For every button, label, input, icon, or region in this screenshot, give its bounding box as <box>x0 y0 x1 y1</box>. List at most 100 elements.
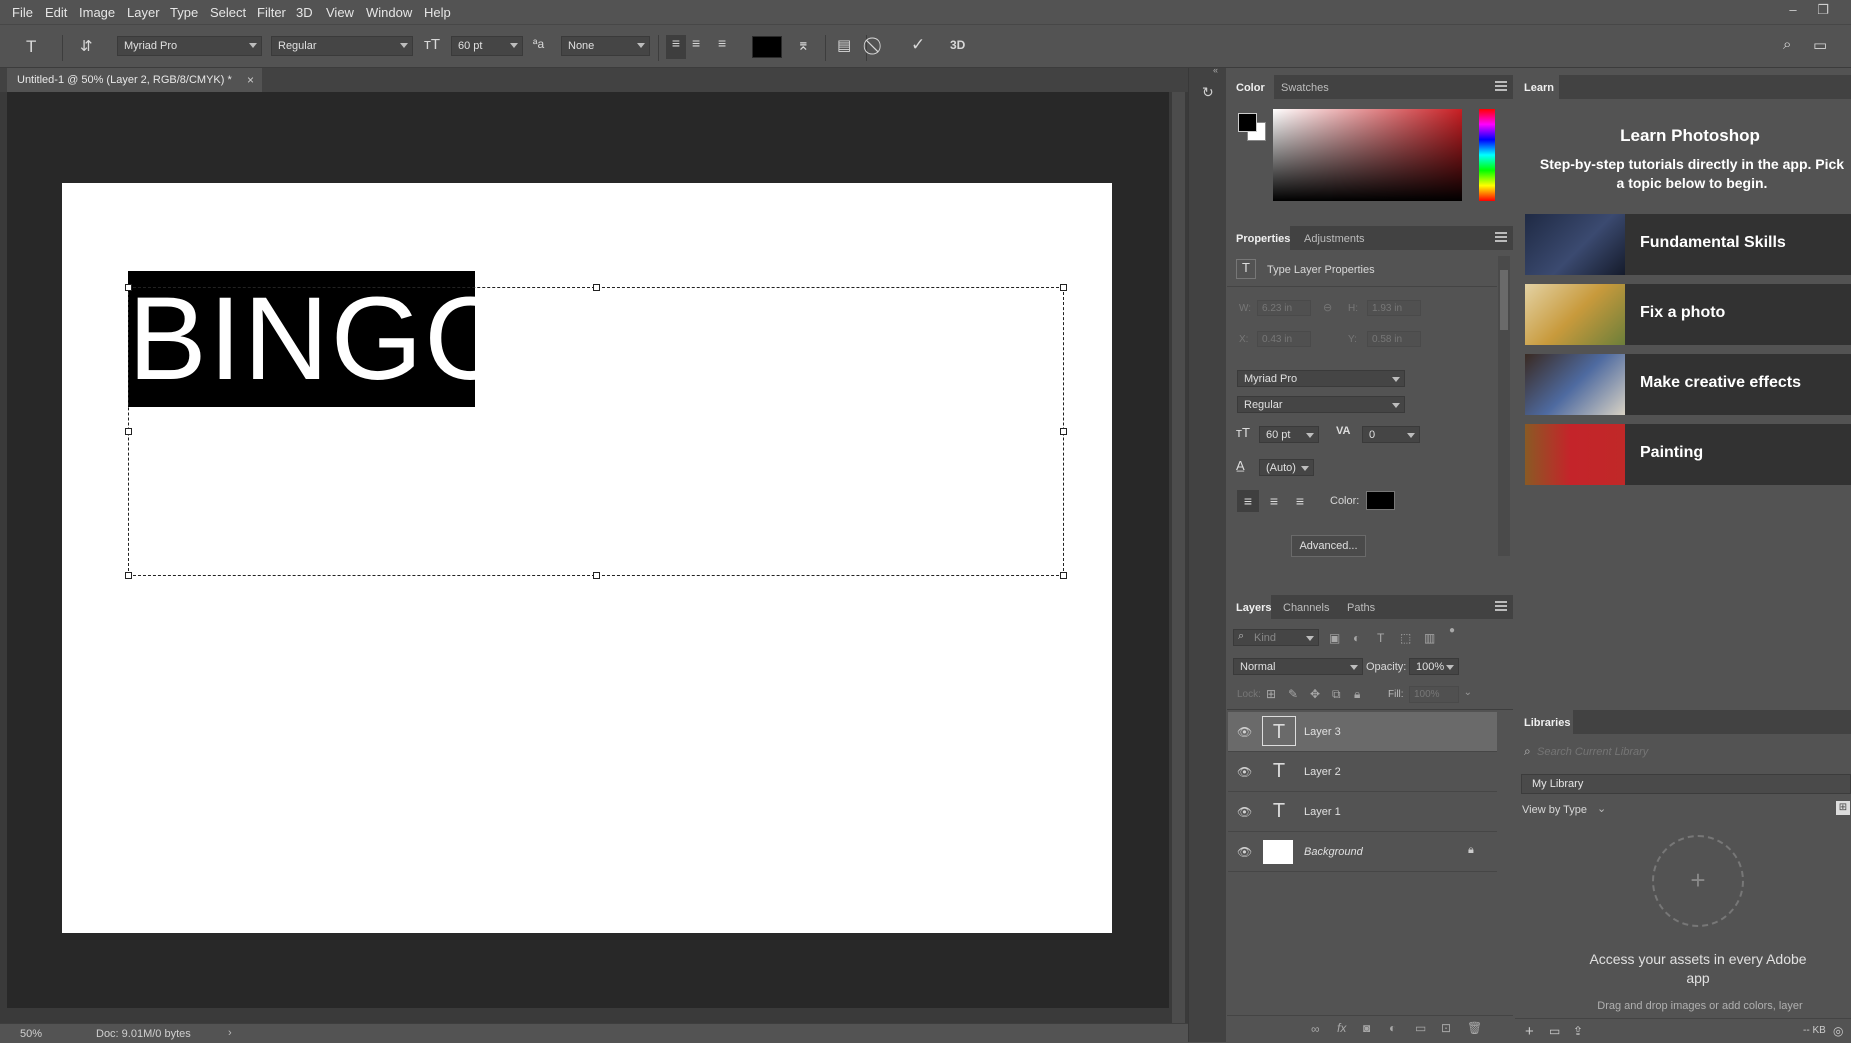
resize-handle[interactable] <box>593 572 600 579</box>
restore-icon[interactable]: ❐ <box>1813 2 1833 20</box>
properties-scrollbar-thumb[interactable] <box>1500 270 1508 330</box>
menu-window[interactable]: Window <box>366 5 412 20</box>
layer-name[interactable]: Layer 3 <box>1304 726 1341 738</box>
prop-font-size-dropdown[interactable]: 60 pt <box>1259 426 1319 443</box>
character-panel-icon[interactable]: ▤ <box>837 36 851 54</box>
3d-button[interactable]: 3D <box>950 38 965 52</box>
history-icon[interactable]: ↻ <box>1202 84 1214 101</box>
prop-align-right-icon[interactable]: ≡ <box>1289 490 1311 512</box>
upload-icon[interactable]: ⇪ <box>1573 1024 1583 1038</box>
view-by-dropdown[interactable]: View by Type <box>1522 804 1587 816</box>
resize-handle[interactable] <box>125 428 132 435</box>
grid-view-icon[interactable]: ⊞ <box>1836 801 1850 815</box>
learn-card[interactable]: Painting <box>1525 424 1851 485</box>
blend-mode-dropdown[interactable]: Normal <box>1233 658 1363 675</box>
layer-filter-dropdown[interactable]: ⌕ Kind <box>1233 629 1319 646</box>
menu-type[interactable]: Type <box>170 5 198 20</box>
new-layer-icon[interactable]: ⊡ <box>1441 1021 1451 1035</box>
prop-font-family-dropdown[interactable]: Myriad Pro <box>1237 370 1405 387</box>
type-tool-icon[interactable]: T <box>26 37 36 57</box>
fill-field[interactable]: 100% ⌄ <box>1409 686 1472 703</box>
add-icon[interactable]: + <box>1525 1023 1534 1040</box>
prop-align-left-icon[interactable]: ≡ <box>1237 490 1259 512</box>
tab-swatches[interactable]: Swatches <box>1281 82 1329 94</box>
menu-filter[interactable]: Filter <box>257 5 286 20</box>
resize-handle[interactable] <box>1060 572 1067 579</box>
resize-handle[interactable] <box>125 284 132 291</box>
font-style-dropdown[interactable]: Regular <box>271 36 413 56</box>
hue-slider[interactable] <box>1479 109 1495 201</box>
chevron-right-icon[interactable]: › <box>228 1027 232 1039</box>
search-icon[interactable]: ⌕ <box>1783 36 1791 53</box>
prop-align-center-icon[interactable]: ≡ <box>1263 490 1285 512</box>
panel-menu-icon[interactable] <box>1495 232 1507 242</box>
link-icon[interactable]: ⊖ <box>1323 301 1332 314</box>
document-tab[interactable]: Untitled-1 @ 50% (Layer 2, RGB/8/CMYK) *… <box>7 68 262 92</box>
layer-name[interactable]: Layer 1 <box>1304 806 1341 818</box>
visibility-eye-icon[interactable]: 👁︎ <box>1237 845 1252 859</box>
menu-select[interactable]: Select <box>210 5 246 20</box>
menu-layer[interactable]: Layer <box>127 5 160 20</box>
filter-pixel-icon[interactable]: ▣ <box>1329 631 1340 645</box>
x-field[interactable]: 0.43 in <box>1257 331 1311 347</box>
visibility-eye-icon[interactable]: 👁︎ <box>1237 725 1252 739</box>
learn-card[interactable]: Make creative effects <box>1525 354 1851 415</box>
tab-paths[interactable]: Paths <box>1347 602 1375 614</box>
layer-name[interactable]: Layer 2 <box>1304 766 1341 778</box>
align-center-icon[interactable]: ≡ <box>692 35 700 51</box>
horizontal-scrollbar[interactable] <box>7 1008 1169 1023</box>
panel-menu-icon[interactable] <box>1495 601 1507 611</box>
close-icon[interactable]: × <box>247 73 254 87</box>
height-field[interactable]: 1.93 in <box>1367 300 1421 316</box>
layer-row[interactable]: 👁︎ T Layer 2 <box>1228 752 1497 792</box>
menu-edit[interactable]: Edit <box>45 5 67 20</box>
commit-icon[interactable]: ✓ <box>911 35 925 55</box>
tab-layers[interactable]: Layers <box>1236 602 1271 614</box>
minimize-icon[interactable]: – <box>1783 2 1803 20</box>
warp-text-icon[interactable]: ⌆ <box>797 36 810 54</box>
library-search-input[interactable] <box>1535 742 1839 762</box>
menu-view[interactable]: View <box>326 5 354 20</box>
menu-3d[interactable]: 3D <box>296 5 313 20</box>
antialias-dropdown[interactable]: None <box>561 36 650 56</box>
add-asset-icon[interactable]: + <box>1652 835 1744 927</box>
add-mask-icon[interactable]: ◙ <box>1363 1021 1370 1035</box>
filter-shape-icon[interactable]: ⬚ <box>1400 631 1411 645</box>
tab-libraries[interactable]: Libraries <box>1524 717 1570 729</box>
trash-icon[interactable]: 🗑︎ <box>1467 1021 1482 1035</box>
sync-icon[interactable]: ◎ <box>1833 1024 1843 1038</box>
tab-color[interactable]: Color <box>1236 82 1265 94</box>
filter-adjustment-icon[interactable]: ◐ <box>1353 631 1360 645</box>
layer-row[interactable]: 👁︎ T Layer 3 <box>1228 712 1497 752</box>
align-left-icon[interactable]: ≡ <box>666 35 686 59</box>
menu-image[interactable]: Image <box>79 5 115 20</box>
workspace-icon[interactable]: ▭ <box>1813 36 1827 54</box>
tab-properties[interactable]: Properties <box>1236 233 1290 245</box>
tab-learn[interactable]: Learn <box>1524 82 1554 94</box>
filter-type-icon[interactable]: T <box>1377 631 1384 645</box>
text-color-swatch[interactable] <box>752 36 782 58</box>
lock-transparent-icon[interactable]: ⊞ <box>1266 687 1276 701</box>
link-layers-icon[interactable]: ∞ <box>1311 1022 1320 1036</box>
visibility-eye-icon[interactable]: 👁︎ <box>1237 805 1252 819</box>
menu-file[interactable]: File <box>12 5 33 20</box>
lock-all-icon[interactable]: 🔒︎ <box>1354 687 1360 702</box>
foreground-color-swatch[interactable] <box>1238 113 1257 132</box>
tracking-dropdown[interactable]: 0 <box>1362 426 1420 443</box>
adjustment-layer-icon[interactable]: ◐ <box>1389 1021 1396 1035</box>
vertical-scrollbar-thumb[interactable] <box>1172 92 1185 1023</box>
font-family-dropdown[interactable]: Myriad Pro <box>117 36 262 56</box>
fx-icon[interactable]: fx <box>1337 1021 1346 1035</box>
prop-color-swatch[interactable] <box>1366 491 1395 510</box>
leading-dropdown[interactable]: (Auto) <box>1259 459 1314 476</box>
lock-image-icon[interactable]: ✎ <box>1288 687 1298 701</box>
menu-help[interactable]: Help <box>424 5 451 20</box>
library-select[interactable]: My Library <box>1521 774 1851 794</box>
learn-card[interactable]: Fundamental Skills <box>1525 214 1851 275</box>
opacity-field[interactable]: 100% <box>1409 658 1459 675</box>
resize-handle[interactable] <box>593 284 600 291</box>
tab-adjustments[interactable]: Adjustments <box>1304 233 1365 245</box>
y-field[interactable]: 0.58 in <box>1367 331 1421 347</box>
resize-handle[interactable] <box>1060 284 1067 291</box>
layer-row[interactable]: 👁︎ T Layer 1 <box>1228 792 1497 832</box>
